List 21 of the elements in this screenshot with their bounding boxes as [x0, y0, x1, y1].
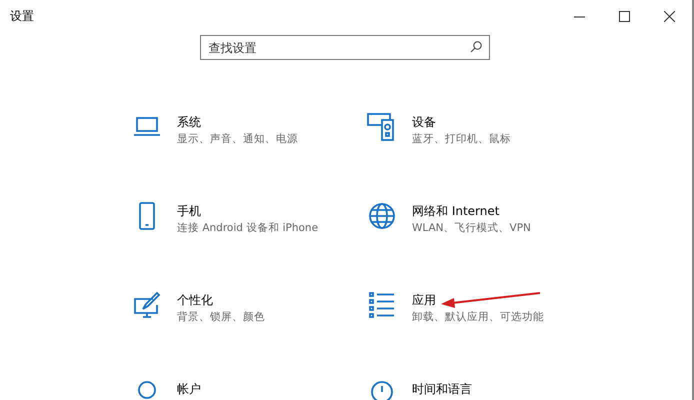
category-title[interactable]: 设备: [412, 115, 511, 130]
maximize-icon: [619, 10, 630, 22]
category-description: 显示、声音、通知、电源: [177, 132, 298, 146]
search-field[interactable]: 查找设置: [200, 35, 490, 60]
category-title[interactable]: 个性化: [177, 293, 265, 308]
category-description: 背景、锁屏、颜色: [177, 310, 265, 324]
category-title[interactable]: 时间和语言: [412, 382, 472, 397]
category-title[interactable]: 应用: [412, 293, 544, 308]
category-description: 连接 Android 设备和 iPhone: [177, 221, 318, 235]
close-icon: [664, 10, 675, 22]
category-title[interactable]: 系统: [177, 115, 298, 130]
category-title[interactable]: 网络和 Internet: [412, 204, 531, 219]
category-description: WLAN、飞行模式、VPN: [412, 221, 531, 235]
category-description: 卸载、默认应用、可选功能: [412, 310, 544, 324]
category-title[interactable]: 手机: [177, 204, 318, 219]
category-description: 蓝牙、打印机、鼠标: [412, 132, 511, 146]
window-title: 设置: [10, 8, 35, 24]
globe-icon: [366, 200, 398, 232]
search-icon: [470, 41, 482, 53]
category-title[interactable]: 帐户: [177, 382, 201, 397]
paint-icon: [131, 289, 163, 321]
